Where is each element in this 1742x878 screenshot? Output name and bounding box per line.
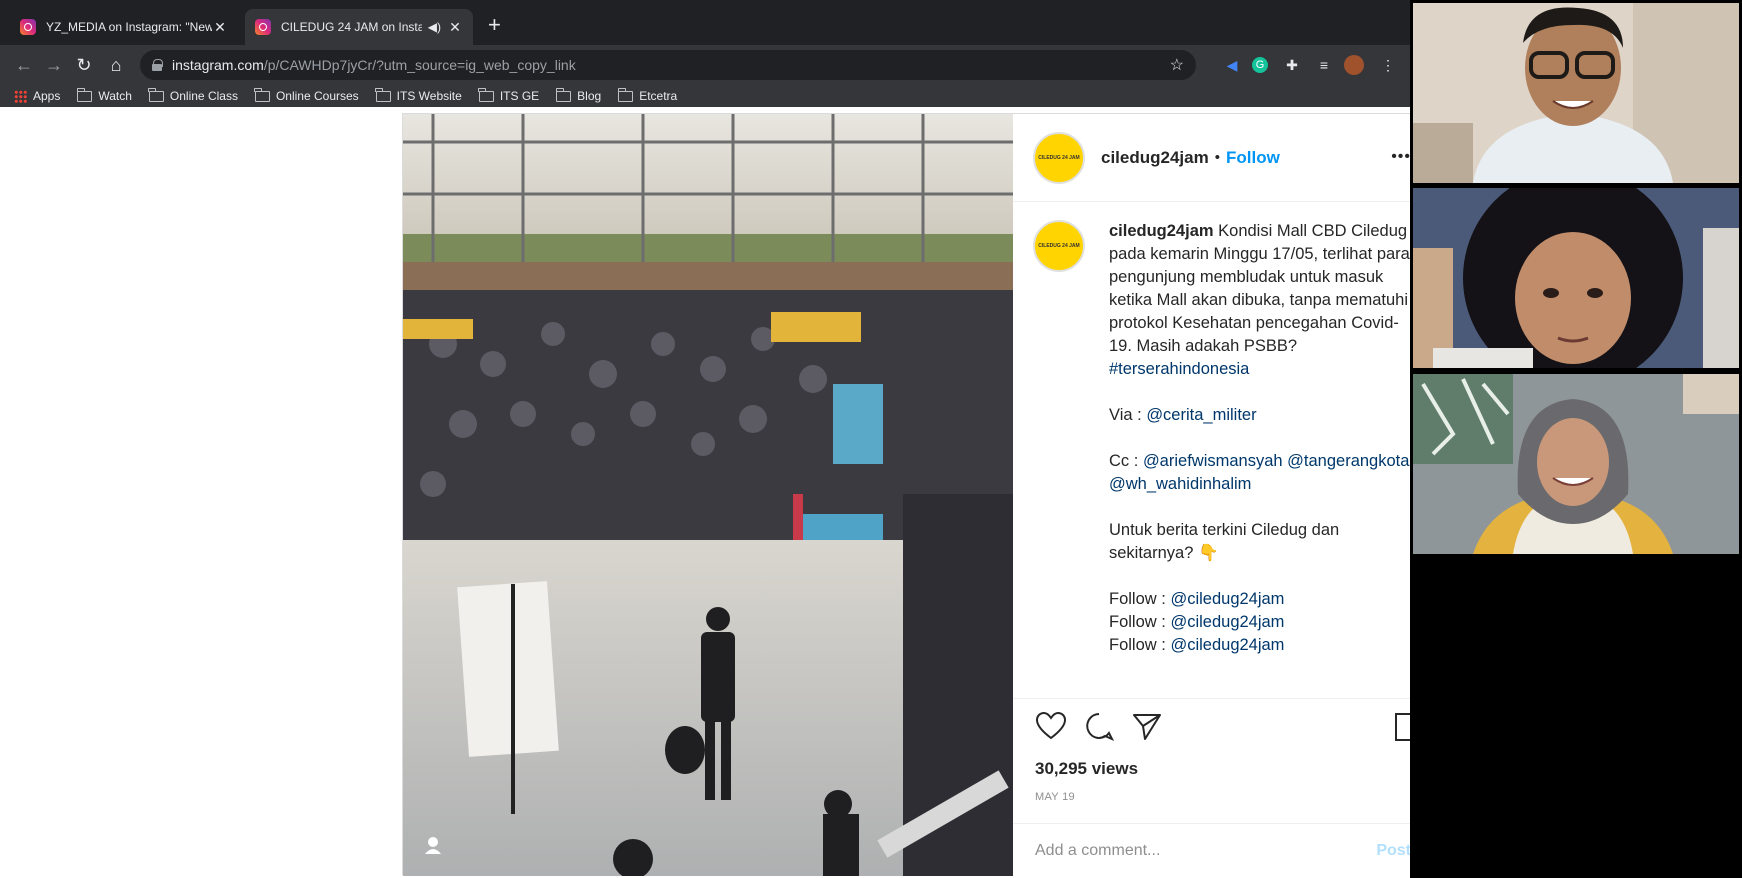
browser-window: YZ_MEDIA on Instagram: "New ✕ CILEDUG 24… — [0, 0, 1410, 878]
bookmark-apps[interactable]: Apps — [14, 89, 60, 103]
mention-link[interactable]: @cerita_militer — [1146, 406, 1256, 424]
account-avatar[interactable]: CILEDUG 24 JAM — [1033, 131, 1085, 184]
post-sidebar: CILEDUG 24 JAM ciledug24jam • Follow •••… — [1013, 114, 1410, 876]
caption-username[interactable]: ciledug24jam — [1109, 222, 1214, 240]
browser-toolbar: ← → ↻ ⌂ instagram.com/p/CAWHDp7jyCr/?utm… — [0, 45, 1410, 85]
caption-closing: Untuk berita terkini Ciledug dan sekitar… — [1109, 521, 1340, 562]
video-call-panel — [1410, 0, 1742, 878]
folder-icon — [254, 87, 270, 102]
reload-icon[interactable]: ↻ — [72, 53, 96, 77]
folder-icon — [478, 87, 494, 102]
tab-title: CILEDUG 24 JAM on Instag — [281, 20, 422, 34]
apps-grid-icon — [14, 89, 27, 103]
extensions-puzzle-icon[interactable]: ✚ — [1282, 55, 1302, 75]
caption-text: ciledug24jam Kondisi Mall CBD Ciledug pa… — [1109, 222, 1410, 654]
caption-avatar[interactable]: CILEDUG 24 JAM — [1033, 220, 1085, 272]
participant-video-3 — [1413, 374, 1739, 554]
send-icon[interactable] — [1131, 711, 1163, 741]
participant-tile-2[interactable] — [1413, 188, 1739, 368]
mention-link[interactable]: @ciledug24jam — [1170, 636, 1284, 654]
post-comment-button[interactable]: Post — [1376, 842, 1410, 860]
page-content: CILEDUG 24 JAM ciledug24jam • Follow •••… — [0, 107, 1410, 878]
participant-tile-1[interactable] — [1413, 3, 1739, 183]
tab-yz-media[interactable]: YZ_MEDIA on Instagram: "New ✕ — [10, 9, 238, 45]
folder-icon — [148, 87, 164, 102]
comment-icon[interactable] — [1083, 711, 1115, 741]
bookmark-its-ge[interactable]: ITS GE — [478, 87, 539, 103]
close-icon[interactable]: ✕ — [212, 19, 228, 36]
menu-kebab-icon[interactable]: ⋮ — [1378, 55, 1398, 75]
instagram-post: CILEDUG 24 JAM ciledug24jam • Follow •••… — [402, 113, 1410, 876]
bookmark-online-courses[interactable]: Online Courses — [254, 87, 359, 103]
folder-icon — [375, 87, 391, 102]
post-actions: 30,295 views MAY 19 Add a comment... Pos… — [1013, 698, 1410, 876]
bookmark-star-icon[interactable]: ☆ — [1170, 55, 1184, 75]
screen: YZ_MEDIA on Instagram: "New ✕ CILEDUG 24… — [0, 0, 1742, 878]
bookmark-blog[interactable]: Blog — [555, 87, 601, 103]
lock-icon — [152, 59, 163, 71]
profile-avatar[interactable] — [1344, 55, 1364, 75]
bookmark-its-website[interactable]: ITS Website — [375, 87, 462, 103]
tab-title: YZ_MEDIA on Instagram: "New — [46, 20, 212, 34]
follow-button[interactable]: Follow — [1226, 148, 1280, 168]
separator-dot: • — [1214, 149, 1220, 166]
comment-input[interactable]: Add a comment... — [1035, 842, 1160, 860]
grammarly-icon[interactable]: G — [1252, 57, 1268, 73]
post-header: CILEDUG 24 JAM ciledug24jam • Follow ••• — [1013, 114, 1410, 202]
bookmark-online-class[interactable]: Online Class — [148, 87, 238, 103]
folder-icon — [617, 87, 634, 102]
bookmark-icon[interactable] — [1395, 713, 1410, 741]
media-queue-icon[interactable]: ≡ — [1314, 55, 1334, 75]
view-count: 30,295 views — [1035, 759, 1139, 778]
mention-link[interactable]: @wh_wahidinhalim — [1109, 475, 1251, 493]
bookmark-watch[interactable]: Watch — [76, 87, 132, 103]
home-icon[interactable]: ⌂ — [104, 53, 128, 77]
extension-send-icon[interactable]: ◀ — [1222, 55, 1242, 75]
comment-box: Add a comment... Post — [1013, 823, 1410, 877]
hashtag-link[interactable]: #terserahindonesia — [1109, 360, 1249, 378]
folder-icon — [555, 87, 572, 102]
back-arrow-icon[interactable]: ← — [12, 53, 36, 77]
folder-icon — [76, 87, 93, 102]
mention-link[interactable]: @tangerangkota — [1287, 452, 1409, 470]
address-bar[interactable]: instagram.com/p/CAWHDp7jyCr/?utm_source=… — [140, 50, 1196, 80]
action-icons — [1035, 711, 1163, 741]
tab-ciledug[interactable]: CILEDUG 24 JAM on Instag ◀︎) ✕ — [245, 9, 473, 45]
speaker-icon[interactable]: ◀︎) — [428, 20, 441, 34]
url-text: instagram.com/p/CAWHDp7jyCr/?utm_source=… — [172, 57, 576, 73]
new-tab-button[interactable]: + — [488, 12, 501, 38]
mention-link[interactable]: @ciledug24jam — [1170, 613, 1284, 631]
mention-link[interactable]: @ariefwismansyah — [1143, 452, 1283, 470]
bookmark-etcetra[interactable]: Etcetra — [617, 87, 677, 103]
close-icon[interactable]: ✕ — [447, 19, 463, 36]
post-date: MAY 19 — [1035, 791, 1075, 803]
instagram-favicon-icon — [255, 19, 271, 35]
more-options-icon[interactable]: ••• — [1391, 148, 1410, 166]
account-username[interactable]: ciledug24jam — [1101, 148, 1209, 168]
post-video[interactable] — [403, 114, 1013, 876]
mall-crowd-image — [403, 114, 1013, 876]
caption-body: Kondisi Mall CBD Ciledug pada kemarin Mi… — [1109, 222, 1410, 355]
tab-strip: YZ_MEDIA on Instagram: "New ✕ CILEDUG 24… — [0, 0, 1410, 45]
mention-link[interactable]: @ciledug24jam — [1170, 590, 1284, 608]
participant-video-1 — [1413, 3, 1739, 183]
participant-video-2 — [1413, 188, 1739, 368]
bookmarks-bar: Apps Watch Online Class Online Courses I… — [0, 85, 1410, 107]
participant-tile-3[interactable] — [1413, 374, 1739, 554]
instagram-favicon-icon — [20, 19, 36, 35]
forward-arrow-icon[interactable]: → — [42, 53, 66, 77]
heart-icon[interactable] — [1035, 711, 1067, 741]
